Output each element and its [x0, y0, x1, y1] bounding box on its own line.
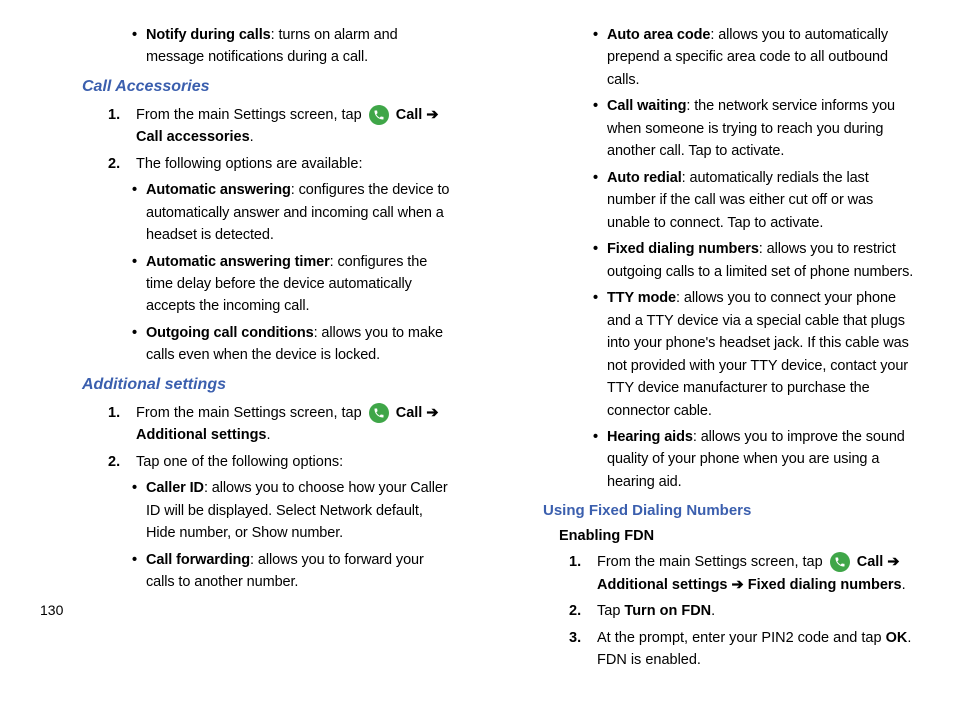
step-number: 1.	[569, 551, 597, 596]
list-item: Caller ID: allows you to choose how your…	[132, 477, 453, 544]
text: At the prompt, enter your PIN2 code and …	[597, 630, 886, 646]
text-bold: Call	[396, 405, 427, 421]
list-item: Auto redial: automatically redials the l…	[593, 167, 914, 234]
call-accessories-steps: 1. From the main Settings screen, tap Ca…	[40, 104, 453, 175]
arrow-icon: ➔	[887, 554, 899, 570]
list-item: Call forwarding: allows you to forward y…	[132, 549, 453, 594]
text: From the main Settings screen, tap	[136, 405, 366, 421]
bullet-term: Hearing aids	[607, 429, 693, 445]
list-item: TTY mode: allows you to connect your pho…	[593, 287, 914, 422]
bullet-term: TTY mode	[607, 290, 676, 306]
text: Tap	[597, 603, 624, 619]
bullet-term: Auto redial	[607, 170, 682, 186]
step-number: 3.	[569, 627, 597, 672]
step-text: From the main Settings screen, tap Call …	[597, 551, 914, 596]
list-item: 3. At the prompt, enter your PIN2 code a…	[569, 627, 914, 672]
bullet-desc: : allows you to connect your phone and a…	[607, 290, 909, 418]
list-item: Automatic answering: configures the devi…	[132, 179, 453, 246]
text: FDN is enabled.	[597, 652, 701, 668]
list-item: Outgoing call conditions: allows you to …	[132, 322, 453, 367]
right-options: Auto area code: allows you to automatica…	[501, 24, 914, 493]
list-item: Call waiting: the network service inform…	[593, 95, 914, 162]
text-bold: Additional settings	[136, 427, 267, 443]
list-item: 1. From the main Settings screen, tap Ca…	[108, 402, 453, 447]
fdn-steps: 1. From the main Settings screen, tap Ca…	[501, 551, 914, 671]
subheading-enabling-fdn: Enabling FDN	[559, 525, 914, 547]
step-number: 2.	[569, 600, 597, 622]
step-number: 2.	[108, 451, 136, 473]
list-item: Automatic answering timer: configures th…	[132, 251, 453, 318]
page-number: 130	[40, 602, 63, 618]
list-item: Auto area code: allows you to automatica…	[593, 24, 914, 91]
phone-icon	[369, 105, 389, 125]
bullet-term: Call waiting	[607, 98, 686, 114]
step-text: From the main Settings screen, tap Call …	[136, 104, 453, 149]
step-text: From the main Settings screen, tap Call …	[136, 402, 453, 447]
heading-call-accessories: Call Accessories	[82, 75, 453, 100]
text-bold: Additional settings	[597, 577, 732, 593]
text-bold: Call accessories	[136, 129, 250, 145]
list-item: 1. From the main Settings screen, tap Ca…	[108, 104, 453, 149]
text-bold: Call	[857, 554, 888, 570]
bullet-term: Caller ID	[146, 480, 204, 496]
arrow-icon: ➔	[732, 577, 744, 593]
heading-additional-settings: Additional settings	[82, 373, 453, 398]
bullet-term: Fixed dialing numbers	[607, 241, 759, 257]
arrow-icon: ➔	[426, 405, 438, 421]
bullet-term: Auto area code	[607, 27, 710, 43]
subheading-fdn: Using Fixed Dialing Numbers	[543, 499, 914, 522]
bullet-term: Outgoing call conditions	[146, 325, 314, 341]
step-number: 1.	[108, 402, 136, 447]
text: From the main Settings screen, tap	[597, 554, 827, 570]
bullet-term: Call forwarding	[146, 552, 250, 568]
list-item: 2. The following options are available:	[108, 153, 453, 175]
additional-settings-steps: 1. From the main Settings screen, tap Ca…	[40, 402, 453, 473]
list-item: Notify during calls: turns on alarm and …	[132, 24, 453, 69]
additional-settings-options: Caller ID: allows you to choose how your…	[40, 477, 453, 593]
list-item: 1. From the main Settings screen, tap Ca…	[569, 551, 914, 596]
left-column: Notify during calls: turns on alarm and …	[40, 20, 453, 675]
step-text: Tap one of the following options:	[136, 451, 453, 473]
phone-icon	[830, 552, 850, 572]
text-bold: Turn on FDN	[624, 603, 711, 619]
list-item: Fixed dialing numbers: allows you to res…	[593, 238, 914, 283]
right-column: Auto area code: allows you to automatica…	[501, 20, 914, 675]
arrow-icon: ➔	[426, 107, 438, 123]
text-bold: Call	[396, 107, 427, 123]
list-item: 2. Tap one of the following options:	[108, 451, 453, 473]
step-number: 2.	[108, 153, 136, 175]
bullet-term: Automatic answering timer	[146, 254, 330, 270]
text-bold: Fixed dialing numbers	[744, 577, 902, 593]
list-item: 2. Tap Turn on FDN.	[569, 600, 914, 622]
step-text: The following options are available:	[136, 153, 453, 175]
text: From the main Settings screen, tap	[136, 107, 366, 123]
list-item: Hearing aids: allows you to improve the …	[593, 426, 914, 493]
step-number: 1.	[108, 104, 136, 149]
page-content: Notify during calls: turns on alarm and …	[0, 0, 954, 715]
bullet-term: Notify during calls	[146, 27, 271, 43]
step-text: Tap Turn on FDN.	[597, 600, 914, 622]
call-accessories-options: Automatic answering: configures the devi…	[40, 179, 453, 367]
phone-icon	[369, 403, 389, 423]
bullet-term: Automatic answering	[146, 182, 291, 198]
step-text: At the prompt, enter your PIN2 code and …	[597, 627, 914, 672]
text-bold: OK	[886, 630, 908, 646]
notify-list: Notify during calls: turns on alarm and …	[40, 24, 453, 69]
